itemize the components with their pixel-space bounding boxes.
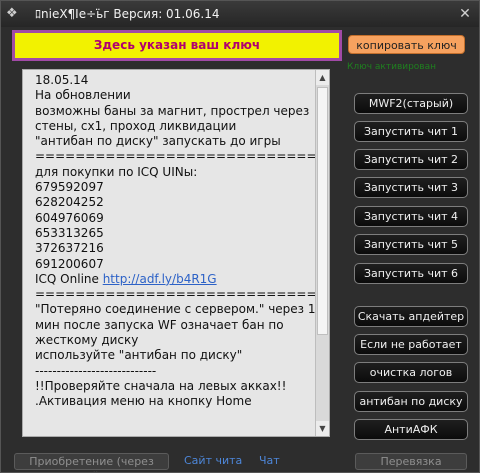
launch-cheat-2-button[interactable]: Запустить чит 2 — [354, 149, 468, 170]
news-line: мин после запуска WF означает бан по — [35, 317, 284, 332]
news-line: используйте "антибан по диску" — [35, 348, 243, 363]
rebind-button[interactable]: Перевязка — [355, 453, 467, 470]
download-updater-button[interactable]: Скачать апдейтер — [354, 306, 468, 327]
copy-key-button[interactable]: копировать ключ — [348, 35, 465, 54]
launch-cheat-6-button[interactable]: Запустить чит 6 — [354, 263, 468, 284]
chat-link[interactable]: Чат — [259, 454, 280, 468]
launch-cheat-4-button[interactable]: Запустить чит 4 — [354, 206, 468, 227]
not-working-button[interactable]: Если не работает — [354, 334, 468, 355]
news-line: ============================ — [35, 287, 317, 302]
cheat-site-link[interactable]: Сайт чита — [184, 454, 242, 468]
news-line: стены, сх1, проход ликвидации — [35, 118, 237, 133]
scroll-thumb[interactable] — [317, 87, 328, 335]
license-key-text: Здесь указан ваш ключ — [93, 38, 261, 52]
news-line: !!Проверяйте сначала на левых акках!! — [35, 378, 287, 393]
news-line: 604976069 — [35, 210, 104, 225]
news-line: На обновлении — [35, 88, 131, 103]
news-line: .Активация меню на кнопку Home — [35, 394, 252, 409]
news-textbox[interactable]: 18.05.14 На обновлении возможны баны за … — [22, 69, 330, 437]
launch-cheat-1-button[interactable]: Запустить чит 1 — [354, 121, 468, 142]
news-line: 679592097 — [35, 180, 104, 195]
status-label: Ключ активирован — [347, 62, 437, 72]
news-line: ============================ — [35, 149, 317, 164]
news-scrollbar[interactable]: ▲ ▼ — [315, 70, 329, 436]
launch-cheat-5-button[interactable]: Запустить чит 5 — [354, 234, 468, 255]
icq-link[interactable]: http://adf.ly/b4R1G — [103, 272, 217, 286]
license-key-field[interactable]: Здесь указан ваш ключ — [12, 30, 342, 61]
titlebar: ❖ ﾛniеX¶Іе÷ь̈г Версия: 01.06.14 ✕ — [1, 1, 479, 27]
app-window: ❖ ﾛniеX¶Іе÷ь̈г Версия: 01.06.14 ✕ Здесь … — [0, 0, 480, 473]
antiban-disk-button[interactable]: антибан по диску — [354, 391, 468, 412]
news-line: "Потеряно соединение с сервером." через … — [35, 302, 321, 317]
news-line: 18.05.14 — [35, 73, 89, 87]
news-line: "антибан по диску" запускать до игры — [35, 134, 281, 149]
news-line-icq-online: ICQ Online http://adf.ly/b4R1G — [35, 272, 321, 287]
news-line: возможны баны за магнит, прострел через — [35, 103, 310, 118]
news-line: для покупки по ICQ UINы: — [35, 164, 198, 179]
antiafk-button[interactable]: АнтиАФК — [354, 419, 468, 440]
launch-cheat-3-button[interactable]: Запустить чит 3 — [354, 177, 468, 198]
scroll-up-icon[interactable]: ▲ — [316, 70, 329, 85]
close-icon[interactable]: ✕ — [457, 6, 473, 22]
news-text: 18.05.14 На обновлении возможны баны за … — [35, 73, 321, 410]
news-line: 691200607 — [35, 256, 104, 271]
clear-logs-button[interactable]: очистка логов — [354, 362, 468, 383]
mwf2-button[interactable]: MWF2(старый) — [354, 93, 468, 114]
scroll-down-icon[interactable]: ▼ — [316, 421, 329, 436]
purchase-button[interactable]: Приобретение (через скайп) — [14, 453, 169, 472]
bottom-bar: Приобретение (через скайп) Сайт чита Чат… — [1, 449, 479, 472]
news-line: 653313265 — [35, 225, 104, 240]
news-line: 372637216 — [35, 241, 104, 256]
icq-online-label: ICQ Online — [35, 271, 103, 286]
news-line: ---------------------------- — [35, 363, 157, 378]
window-title: ﾛniеX¶Іе÷ь̈г Версия: 01.06.14 — [35, 7, 220, 21]
wolf-logo-icon: ❖ — [6, 6, 18, 21]
news-line: жесткому диску — [35, 333, 139, 348]
news-line: 628204252 — [35, 195, 104, 210]
